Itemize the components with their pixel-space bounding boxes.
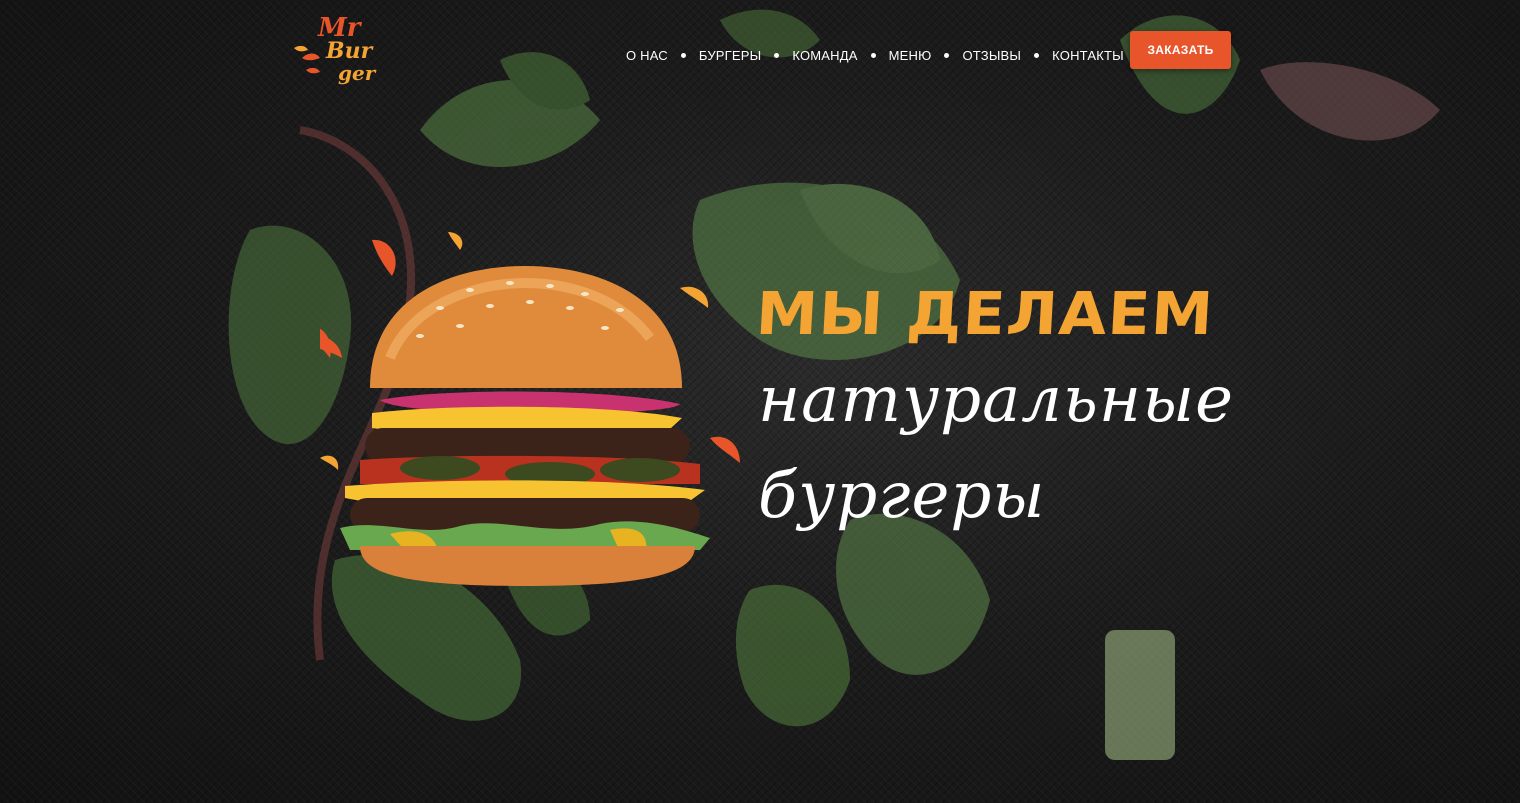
hero-title-line2: натуральные — [758, 363, 1234, 437]
hero-headline: МЫ ДЕЛАЕМ натуральные бургеры — [754, 279, 1458, 544]
hero-burger-image — [320, 228, 760, 598]
nav-item-contacts[interactable]: КОНТАКТЫ — [1052, 48, 1124, 63]
nav-separator-dot — [870, 52, 876, 58]
site-header: Mr Bur ger О НАС БУРГЕРЫ КОМАНДА МЕНЮ ОТ… — [0, 0, 1520, 90]
main-navigation: О НАС БУРГЕРЫ КОМАНДА МЕНЮ ОТЗЫВЫ КОНТАК… — [626, 44, 1124, 66]
nav-item-about[interactable]: О НАС — [626, 48, 668, 63]
nav-item-reviews[interactable]: ОТЗЫВЫ — [962, 48, 1021, 63]
order-button[interactable]: ЗАКАЗАТЬ — [1130, 31, 1231, 69]
leaf-shape — [1105, 630, 1175, 760]
nav-separator-dot — [774, 52, 780, 58]
nav-separator-dot — [1034, 52, 1040, 58]
hero-title-line1: МЫ ДЕЛАЕМ — [754, 279, 1216, 349]
nav-item-burgers[interactable]: БУРГЕРЫ — [699, 48, 761, 63]
nav-item-menu[interactable]: МЕНЮ — [889, 48, 932, 63]
nav-separator-dot — [944, 52, 950, 58]
brand-logo[interactable]: Mr Bur ger — [294, 8, 392, 88]
logo-graphic: Mr Bur ger — [294, 13, 377, 85]
leaf-shape — [735, 584, 850, 727]
nav-item-team[interactable]: КОМАНДА — [792, 48, 857, 63]
logo-text-ger: ger — [338, 61, 377, 85]
nav-separator-dot — [680, 52, 686, 58]
hero-title-line3: бургеры — [758, 459, 1046, 533]
